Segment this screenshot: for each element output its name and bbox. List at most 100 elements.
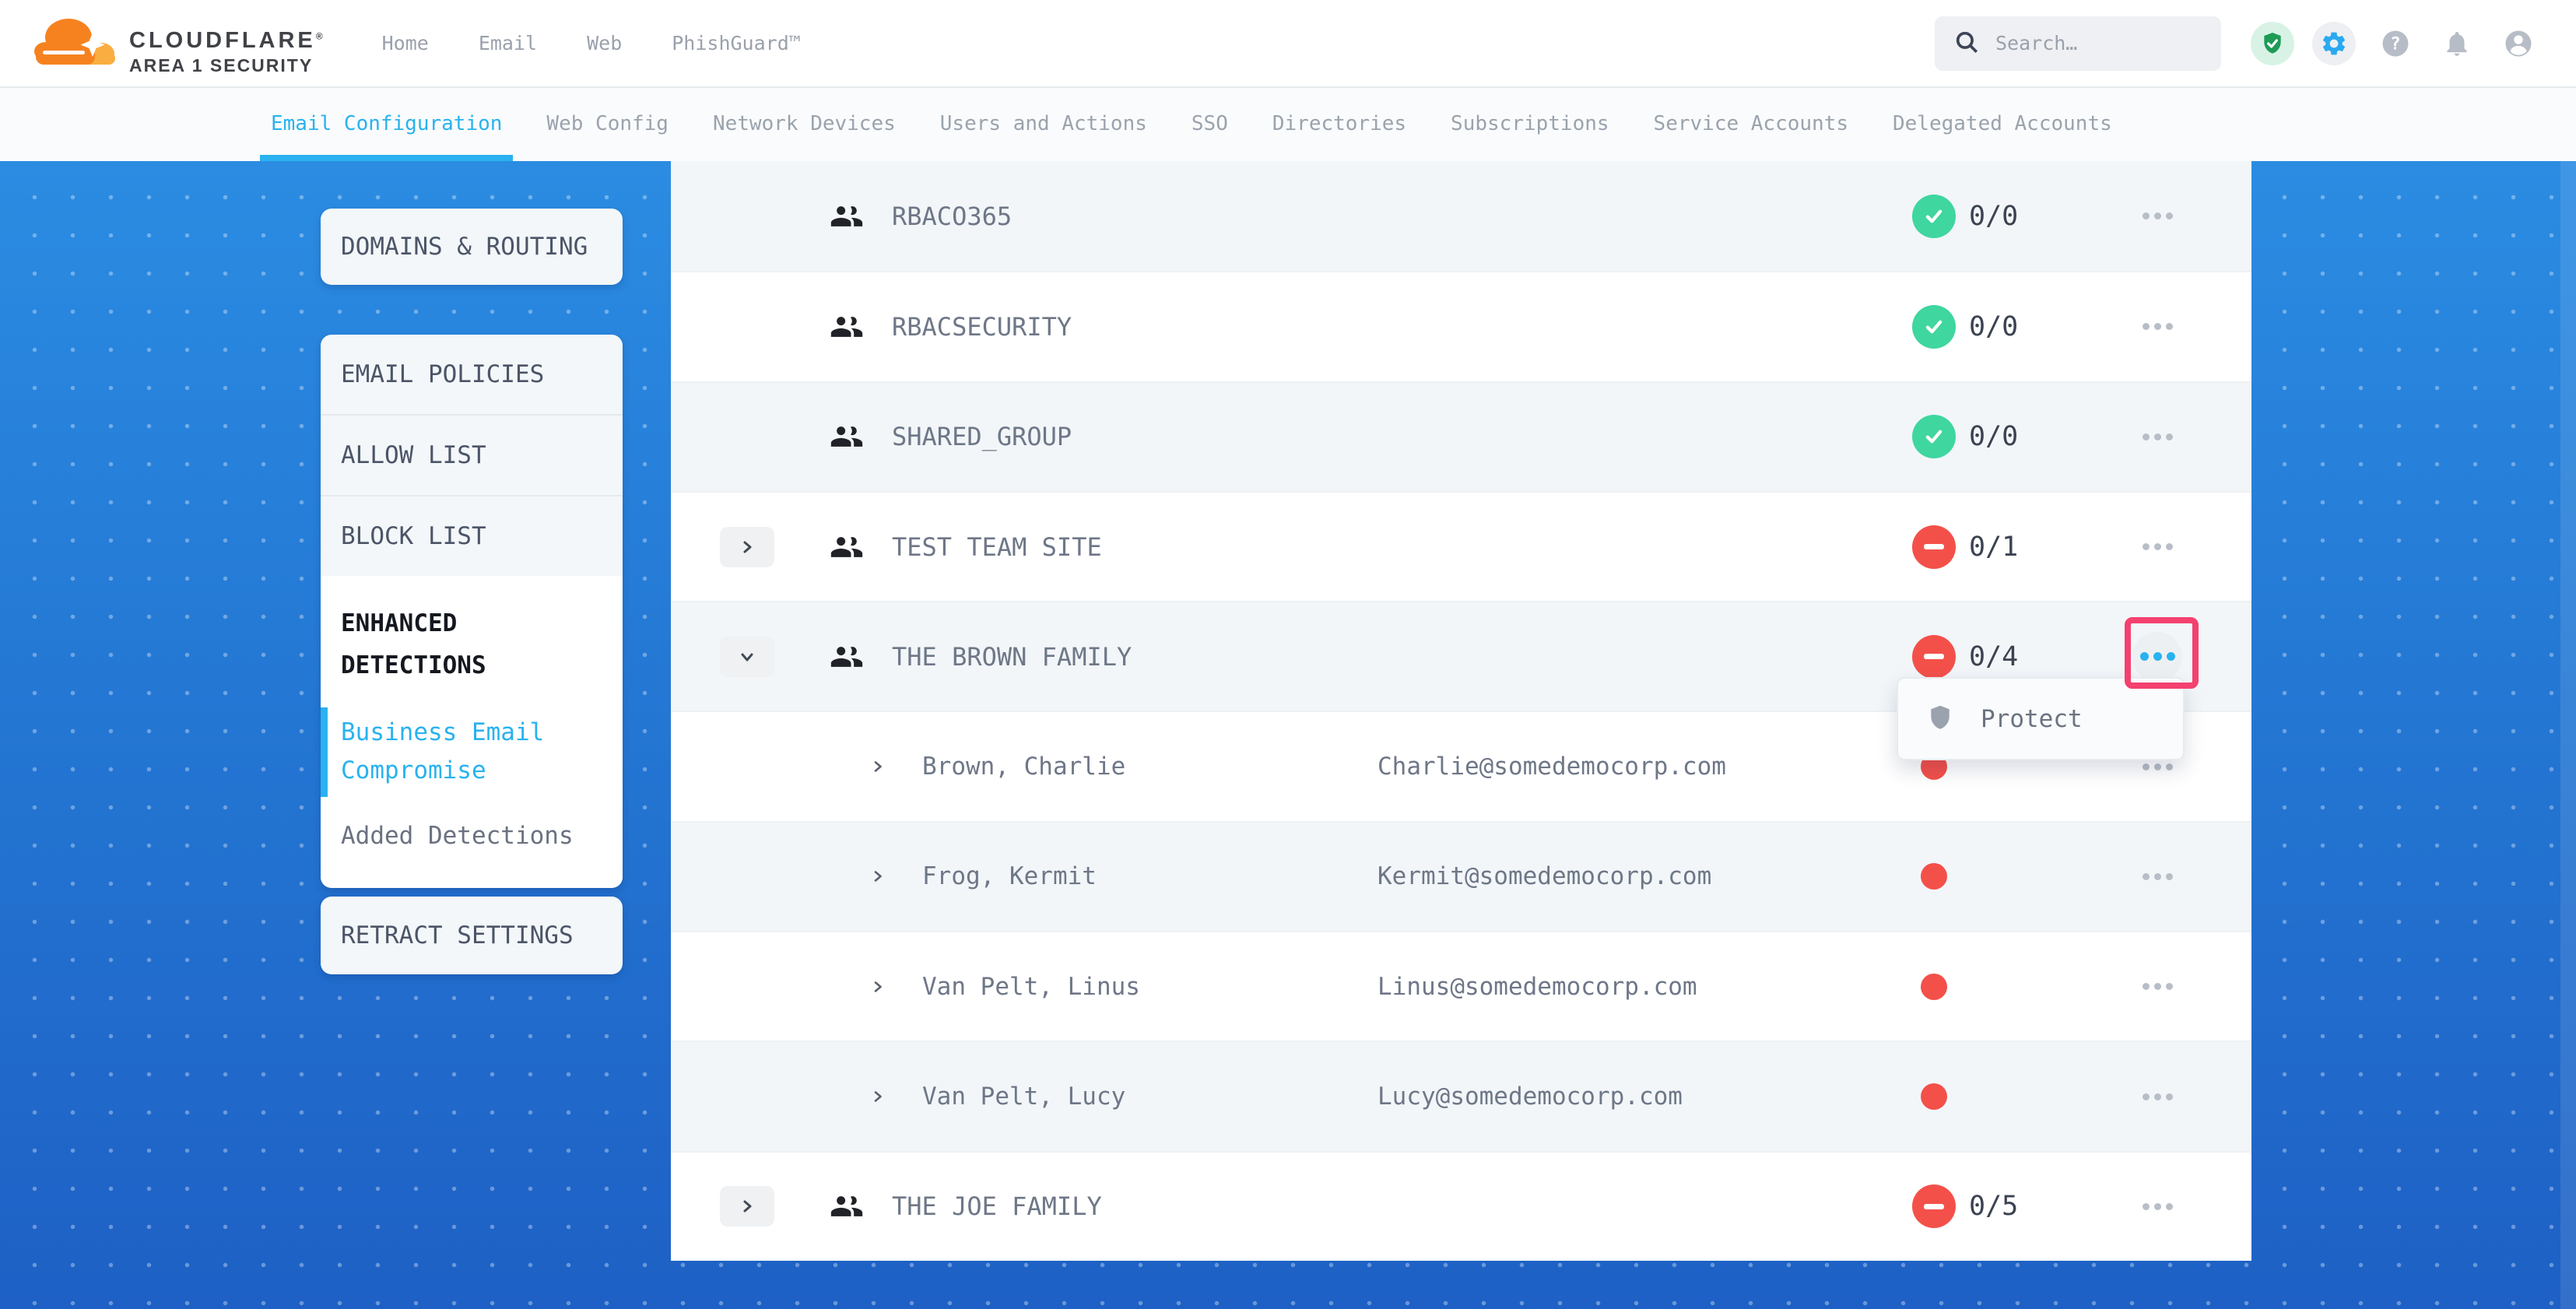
search-icon [1953,29,1980,58]
member-chevron-icon [870,759,886,774]
status-unprotected-badge [1912,635,1956,679]
tab-subscriptions[interactable]: Subscriptions [1451,86,1609,161]
protection-count: 0/5 [1969,1191,2018,1222]
protect-menu-item[interactable]: Protect [1981,705,2083,733]
row-actions-menu-button[interactable] [2132,412,2182,461]
area1-security-app: CLOUDFLARE® AREA 1 SECURITY Home Email Web… [0,0,2576,1309]
main-content: DOMAINS & ROUTING EMAIL POLICIESALLOW LI… [0,161,2576,1309]
sidebar-item-retract-settings[interactable]: RETRACT SETTINGS [321,897,623,974]
group-people-icon [830,640,864,674]
group-people-icon [830,530,864,564]
row-actions-menu-button[interactable] [2132,962,2182,1012]
member-name: Brown, Charlie [922,753,1125,781]
table-row-member[interactable]: Frog, Kermit Kermit@somedemocorp.com [671,821,2251,931]
table-row-group[interactable]: TEST TEAM SITE 0/1 [671,491,2251,601]
protection-count: 0/1 [1969,532,2018,563]
annotation-highlight-box [2125,617,2199,689]
scrollbar-gutter[interactable] [2560,161,2576,1309]
group-people-icon [830,310,864,344]
secondary-tabbar: Email Configuration Web Config Network Dev… [0,86,2576,161]
tab-service-accounts[interactable]: Service Accounts [1654,86,1848,161]
svg-text:?: ? [2390,34,2400,54]
group-name: TEST TEAM SITE [892,532,1102,562]
shield-icon [1926,704,1954,735]
tab-network-devices[interactable]: Network Devices [713,86,896,161]
expand-chevron-button[interactable] [720,1186,774,1227]
protection-count: 0/0 [1969,201,2018,232]
search-input[interactable] [1994,31,2192,55]
user-avatar-icon[interactable] [2497,22,2540,65]
protection-count: 0/0 [1969,311,2018,342]
row-actions-menu-button[interactable] [2132,302,2182,352]
sidebar-item-business-email-compromise[interactable]: Business Email Compromise [341,714,602,791]
help-icon[interactable]: ? [2374,22,2417,65]
sidebar-item-added-detections[interactable]: Added Detections [341,817,602,856]
search-box[interactable] [1935,16,2221,71]
table-row-member[interactable]: Van Pelt, Lucy Lucy@somedemocorp.com [671,1041,2251,1150]
status-protected-badge [1912,415,1956,458]
member-email: Linus@somedemocorp.com [1377,973,1697,1001]
top-header: CLOUDFLARE® AREA 1 SECURITY Home Email Web… [0,0,2576,88]
member-name: Van Pelt, Lucy [922,1083,1125,1111]
table-row-member[interactable]: Van Pelt, LinusLinus@somedemocorp.com [671,931,2251,1041]
nav-link-web[interactable]: Web [587,32,622,54]
member-chevron-icon [870,979,886,995]
nav-link-email[interactable]: Email [479,32,537,54]
cloudflare-logo[interactable]: CLOUDFLARE® AREA 1 SECURITY [33,12,323,75]
brand-subtitle: AREA 1 SECURITY [129,57,323,75]
table-row-group[interactable]: RBACSECURITY 0/0 [671,271,2251,381]
brand-title: CLOUDFLARE® [129,30,323,52]
tab-sso[interactable]: SSO [1191,86,1228,161]
sidebar-item-email-policies[interactable]: EMAIL POLICIES [321,335,623,414]
table-row-group[interactable]: SHARED_GROUP0/0 [671,381,2251,491]
notifications-bell-icon[interactable] [2435,22,2479,65]
tab-web-config[interactable]: Web Config [546,86,669,161]
row-actions-menu-button[interactable] [2132,1072,2182,1121]
protect-dropdown: Protect [1897,677,2185,760]
member-email: Charlie@somedemocorp.com [1377,753,1726,781]
expand-chevron-button[interactable] [720,527,774,567]
group-people-icon [830,419,864,454]
group-people-icon [830,199,864,233]
row-actions-menu-button[interactable] [2132,851,2182,901]
status-protected-badge [1912,195,1956,238]
member-email: Lucy@somedemocorp.com [1377,1083,1683,1111]
member-chevron-icon [870,1089,886,1104]
group-name: RBACO365 [892,202,1012,231]
settings-gear-icon[interactable] [2312,22,2356,65]
shield-check-icon[interactable] [2251,22,2294,65]
status-unprotected-badge [1912,1184,1956,1228]
protection-count: 0/4 [1969,641,2018,672]
status-unprotected-dot [1921,974,1947,1000]
sidebar-section-enhanced-detections: ENHANCED DETECTIONS Business Email Compr… [321,576,623,888]
group-name: THE BROWN FAMILY [892,642,1132,672]
status-unprotected-dot [1921,1083,1947,1110]
member-name: Frog, Kermit [922,862,1097,890]
sidebar-item-block-list[interactable]: BLOCK LIST [321,495,623,576]
registered-mark: ® [316,30,323,41]
member-chevron-icon [870,869,886,884]
tab-delegated-accounts[interactable]: Delegated Accounts [1893,86,2112,161]
table-row-group[interactable]: THE JOE FAMILY0/5 [671,1151,2251,1261]
sidebar-item-allow-list[interactable]: ALLOW LIST [321,414,623,495]
primary-nav: Home Email Web PhishGuard™ [382,32,801,54]
tab-users-and-actions[interactable]: Users and Actions [940,86,1147,161]
sidebar-policies-card: EMAIL POLICIESALLOW LISTBLOCK LIST ENHAN… [321,335,623,888]
group-name: SHARED_GROUP [892,422,1072,451]
status-unprotected-badge [1912,525,1956,569]
table-row-group[interactable]: RBACO365 0/0 [671,161,2251,271]
tab-email-configuration[interactable]: Email Configuration [271,86,502,161]
group-people-icon [830,1189,864,1223]
row-actions-menu-button[interactable] [2132,191,2182,241]
member-email: Kermit@somedemocorp.com [1377,862,1711,890]
tab-directories[interactable]: Directories [1272,86,1406,161]
cloudflare-cloud-icon [33,12,120,75]
row-actions-menu-button[interactable] [2132,1181,2182,1231]
sidebar-item-domains-routing[interactable]: DOMAINS & ROUTING [321,209,623,285]
enhanced-detections-title[interactable]: ENHANCED DETECTIONS [341,602,590,687]
row-actions-menu-button[interactable] [2132,522,2182,572]
nav-link-home[interactable]: Home [382,32,429,54]
nav-link-phishguard[interactable]: PhishGuard™ [672,32,801,54]
collapse-chevron-button[interactable] [720,637,774,677]
group-name: RBACSECURITY [892,312,1072,342]
